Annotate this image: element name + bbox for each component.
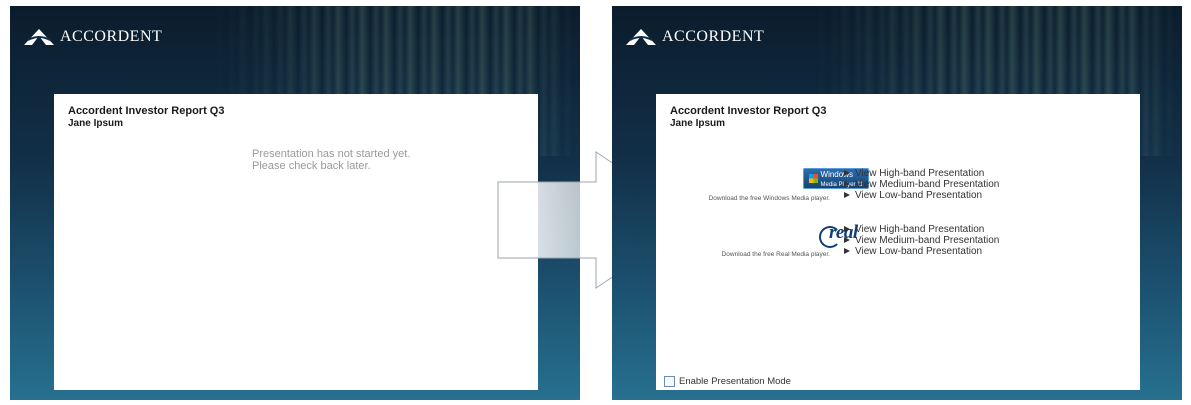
play-triangle-icon [844, 237, 850, 243]
play-triangle-icon [844, 248, 850, 254]
presentation-mode-toggle[interactable]: Enable Presentation Mode [664, 376, 791, 387]
presenter-name: Jane Ipsum [68, 118, 124, 129]
view-high-band-link[interactable]: View High-band Presentation [844, 168, 999, 179]
real-media-section: real Download the free Real Media player… [656, 222, 1140, 272]
presentation-card: Accordent Investor Report Q3 Jane Ipsum … [54, 94, 538, 390]
play-triangle-icon [844, 192, 850, 198]
windows-media-links: View High-band Presentation View Medium-… [844, 168, 999, 201]
view-high-band-link[interactable]: View High-band Presentation [844, 224, 999, 235]
accordent-logo-icon [24, 29, 54, 45]
brand-logo: ACCORDENT [626, 28, 764, 46]
view-low-band-link[interactable]: View Low-band Presentation [844, 246, 999, 257]
right-screen: ACCORDENT Accordent Investor Report Q3 J… [612, 6, 1182, 400]
view-medium-band-link[interactable]: View Medium-band Presentation [844, 179, 999, 190]
brand-name: ACCORDENT [60, 28, 163, 45]
windows-media-section: Windows Media Player 11 Download the fre… [656, 168, 1140, 216]
real-media-links: View High-band Presentation View Medium-… [844, 224, 999, 257]
presentation-mode-label: Enable Presentation Mode [679, 376, 791, 387]
download-real-media-link[interactable]: Download the free Real Media player. [656, 251, 830, 258]
brand-logo: ACCORDENT [24, 28, 162, 46]
brand-name: ACCORDENT [662, 28, 765, 45]
status-line: Please check back later. [252, 160, 371, 172]
page-title: Accordent Investor Report Q3 [670, 105, 827, 117]
download-windows-media-link[interactable]: Download the free Windows Media player. [656, 195, 830, 202]
play-triangle-icon [844, 170, 850, 176]
view-low-band-link[interactable]: View Low-band Presentation [844, 190, 999, 201]
presentation-card: Accordent Investor Report Q3 Jane Ipsum … [656, 94, 1140, 390]
status-message: Presentation has not started yet. Please… [252, 148, 410, 172]
page-title: Accordent Investor Report Q3 [68, 105, 225, 117]
checkbox-icon[interactable] [664, 376, 675, 387]
play-triangle-icon [844, 181, 850, 187]
status-line: Presentation has not started yet. [252, 148, 411, 160]
accordent-logo-icon [626, 29, 656, 45]
presenter-name: Jane Ipsum [670, 118, 726, 129]
view-medium-band-link[interactable]: View Medium-band Presentation [844, 235, 999, 246]
play-triangle-icon [844, 226, 850, 232]
